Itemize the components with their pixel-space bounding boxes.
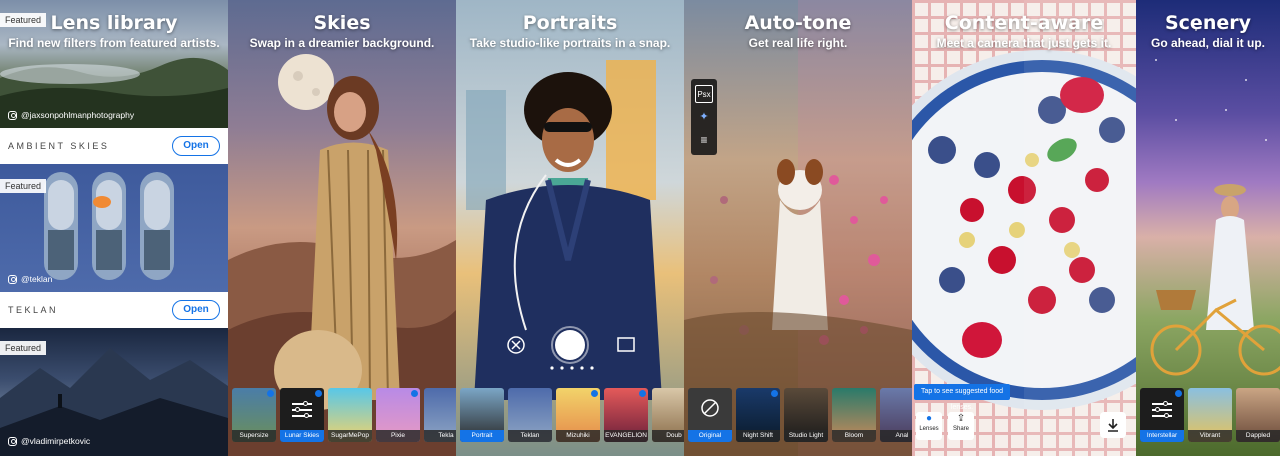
lens-thumb[interactable]: EVANGELION <box>604 388 648 442</box>
lens-thumb[interactable]: Anal <box>880 388 912 442</box>
instagram-icon <box>8 436 17 446</box>
featured-tag: Featured <box>0 179 47 193</box>
lens-carousel[interactable]: Portrait Teklan Mizuhiki EVANGELION Doub <box>456 388 684 442</box>
auto-tone-panel: Auto-tone Get real life right. Psx ✦ ≡ O… <box>684 0 912 456</box>
skies-panel: Skies Swap in a dreamier background. Sup… <box>228 0 456 456</box>
lens-thumb[interactable]: SugarMePop <box>328 388 372 442</box>
panel-subtitle: Take studio-like portraits in a snap. <box>469 36 671 50</box>
lens-row-ambient-skies: AMBIENT SKIES Open <box>0 128 228 164</box>
lens-thumb-selected[interactable]: Lunar Skies <box>280 388 324 442</box>
lens-thumb-selected[interactable]: Interstellar <box>1140 388 1184 442</box>
no-filter-icon <box>701 399 719 417</box>
lens-thumb[interactable]: Tekla <box>424 388 456 442</box>
panel-subtitle: Swap in a dreamier background. <box>249 36 435 50</box>
open-button[interactable]: Open <box>172 136 220 156</box>
photo-credit: @vladimirpetkovic <box>8 436 90 446</box>
lens-thumb[interactable]: Mizuhiki <box>556 388 600 442</box>
lens-library-panel: Lens library Find new filters from featu… <box>0 0 228 456</box>
panel-subtitle: Go ahead, dial it up. <box>1150 36 1265 50</box>
featured-tag: Featured <box>0 13 47 27</box>
badge-icon <box>639 390 646 397</box>
lenses-button[interactable]: ● Lenses <box>916 412 942 440</box>
lens-thumb[interactable]: Dappled <box>1236 388 1280 442</box>
lens-thumb[interactable]: Night Shift <box>736 388 780 442</box>
lens-thumb-selected[interactable]: Original <box>688 388 732 442</box>
badge-icon <box>267 390 274 397</box>
lens-row-teklan: TEKLAN Open <box>0 292 228 328</box>
badge-icon <box>315 390 322 397</box>
lens-thumb-selected[interactable]: Portrait <box>460 388 504 442</box>
panel-title: Scenery <box>1164 12 1251 34</box>
magic-wand-icon[interactable]: ✦ <box>695 108 713 126</box>
panel-title: Skies <box>313 12 371 34</box>
lens-thumb[interactable]: Supersize <box>232 388 276 442</box>
share-button[interactable]: ⇪ Share <box>948 412 974 440</box>
share-icon: ⇪ <box>956 413 966 424</box>
download-icon <box>1108 419 1118 432</box>
panel-title: Auto-tone <box>744 12 852 34</box>
badge-icon <box>1175 390 1182 397</box>
instagram-icon <box>8 274 17 284</box>
adjust-icon[interactable]: ≡ <box>695 131 713 149</box>
lens-carousel[interactable]: Supersize Lunar Skies SugarMePop Pixie T… <box>228 388 456 442</box>
psx-icon[interactable]: Psx <box>695 85 713 103</box>
lenses-icon: ● <box>925 413 933 424</box>
panel-title: Portraits <box>522 12 618 34</box>
content-aware-panel: Content-aware Meet a camera that just ge… <box>912 0 1136 456</box>
lens-thumb[interactable]: Doub <box>652 388 684 442</box>
lens-name: TEKLAN <box>8 305 59 315</box>
sliders-icon <box>1152 400 1172 418</box>
badge-icon <box>411 390 418 397</box>
featured-tag: Featured <box>0 341 47 355</box>
instagram-icon <box>8 110 17 120</box>
download-button[interactable] <box>1100 412 1126 438</box>
lens-thumb[interactable]: Studio Light <box>784 388 828 442</box>
lens-thumb[interactable]: Pixie <box>376 388 420 442</box>
panel-subtitle: Meet a camera that just gets it. <box>936 36 1112 50</box>
lenses-tooltip: Tap to see suggested food lenses. <box>914 384 1010 411</box>
lens-carousel[interactable]: Interstellar Vibrant Dappled <box>1136 388 1280 442</box>
panel-title: Content-aware <box>944 12 1104 34</box>
photo-credit: @teklan <box>8 274 52 284</box>
panel-subtitle: Get real life right. <box>748 36 848 50</box>
lens-name: AMBIENT SKIES <box>8 141 110 151</box>
badge-icon <box>771 390 778 397</box>
lens-carousel[interactable]: Original Night Shift Studio Light Bloom … <box>684 388 912 442</box>
badge-icon <box>591 390 598 397</box>
lens-thumb[interactable]: Vibrant <box>1188 388 1232 442</box>
sliders-icon <box>292 400 312 418</box>
lens-thumb[interactable]: Bloom <box>832 388 876 442</box>
panel-subtitle: Find new filters from featured artists. <box>8 36 220 50</box>
lens-thumb[interactable]: Teklan <box>508 388 552 442</box>
photo-credit: @jaxsonpohlmanphotography <box>8 110 134 120</box>
portraits-panel: Portraits Take studio-like portraits in … <box>456 0 684 456</box>
tool-panel: Psx ✦ ≡ <box>691 79 717 155</box>
open-button[interactable]: Open <box>172 300 220 320</box>
scenery-panel: Scenery Go ahead, dial it up. Interstell… <box>1136 0 1280 456</box>
